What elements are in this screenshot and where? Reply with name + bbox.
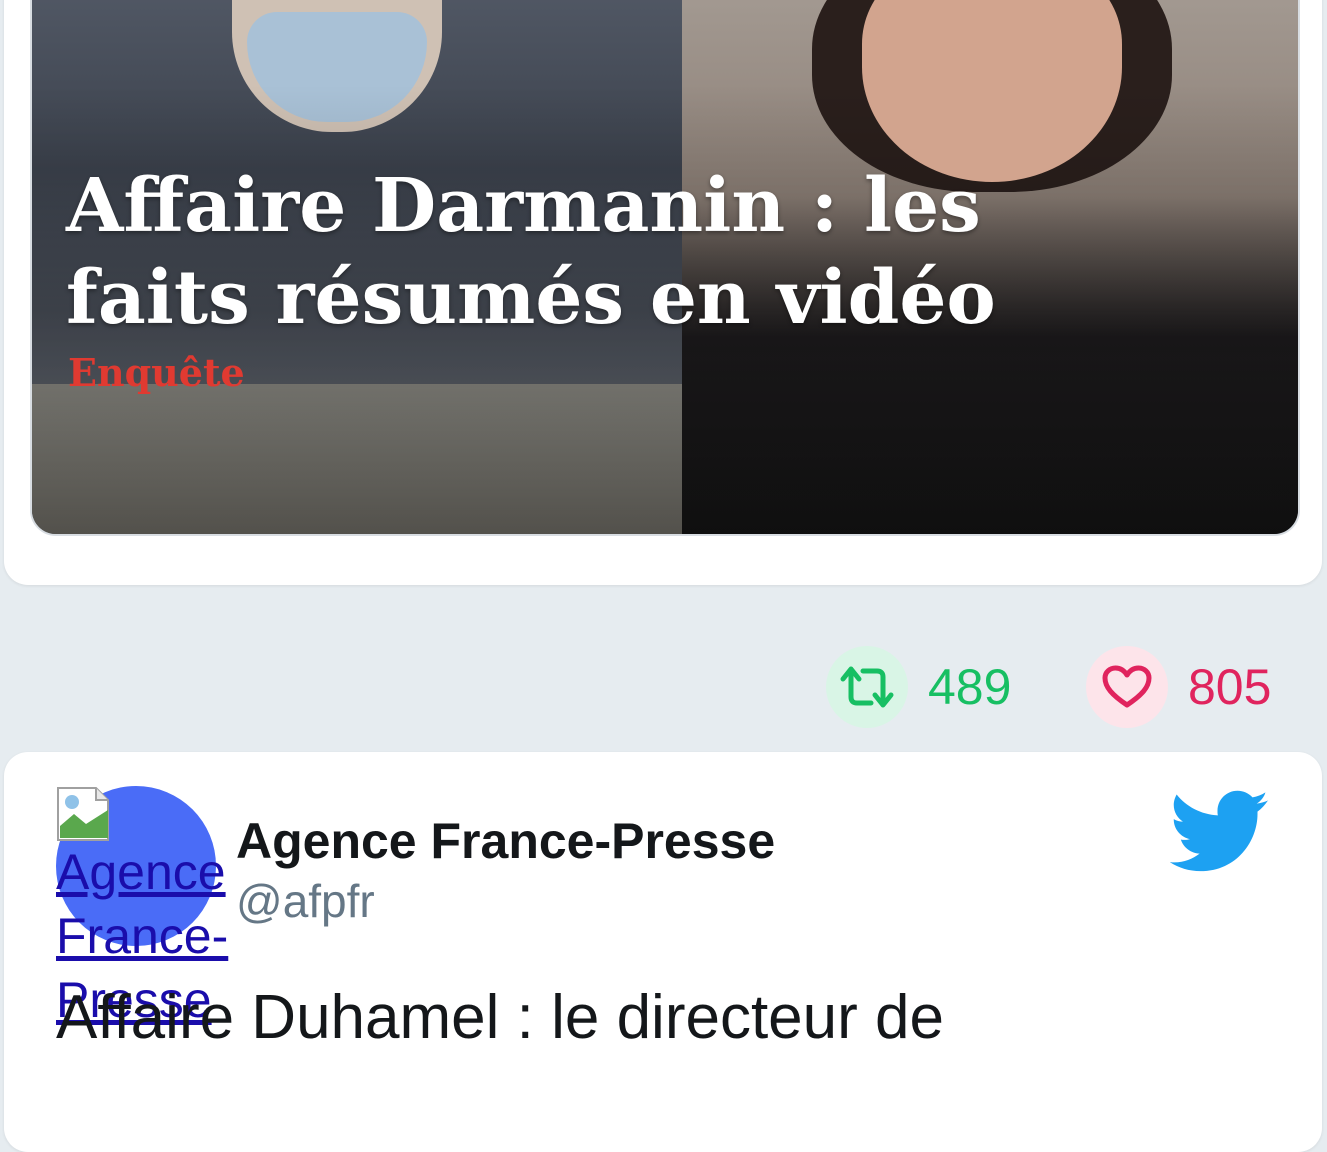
retweet-button[interactable]: 489 <box>826 646 1011 728</box>
like-button[interactable]: 805 <box>1086 646 1271 728</box>
video-title-overlay: Affaire Darmanin : les faits résumés en … <box>66 163 996 341</box>
author-handle[interactable]: @afpfr <box>236 874 375 928</box>
video-tag-overlay: Enquête <box>68 350 245 395</box>
twitter-bird-icon[interactable] <box>1170 790 1270 874</box>
like-count: 805 <box>1188 659 1272 715</box>
broken-image-icon <box>57 787 109 841</box>
author-name[interactable]: Agence France-Presse <box>236 812 775 870</box>
tweet-text: Affaire Duhamel : le directeur de <box>56 983 944 1052</box>
retweet-icon <box>826 646 908 728</box>
retweet-count: 489 <box>928 659 1012 715</box>
heart-icon <box>1086 646 1168 728</box>
